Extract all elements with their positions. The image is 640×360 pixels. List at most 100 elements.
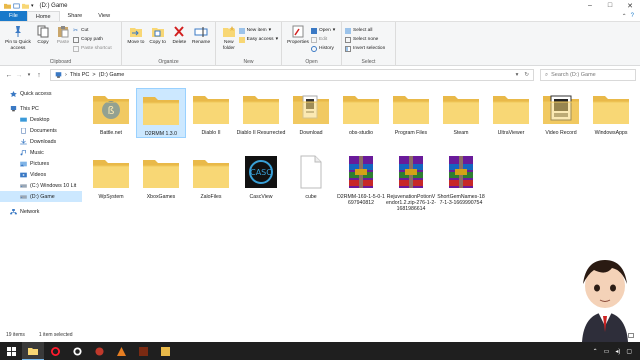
- breadcrumb-this-pc[interactable]: This PC: [70, 72, 90, 78]
- invert-selection-button[interactable]: Invert selection: [345, 45, 385, 52]
- taskbar-app-game[interactable]: [132, 342, 154, 360]
- folder-item[interactable]: D2RMM 1.3.0: [136, 88, 186, 138]
- sidebar-item-quick-access[interactable]: Quick access: [0, 88, 82, 99]
- back-button[interactable]: ←: [4, 72, 14, 79]
- new-folder-icon[interactable]: [22, 3, 29, 9]
- help-icon[interactable]: ?: [631, 13, 634, 19]
- folder-item[interactable]: Video Record: [536, 88, 586, 136]
- folder-item[interactable]: UltraViewer: [486, 88, 536, 136]
- taskbar-app-archive[interactable]: [154, 342, 176, 360]
- taskbar-opera[interactable]: [44, 342, 66, 360]
- notification-icon[interactable]: ▢: [626, 348, 632, 355]
- folder-item[interactable]: WindowsApps: [586, 88, 636, 136]
- folder-icon: [543, 95, 579, 124]
- close-button[interactable]: ✕: [620, 0, 640, 11]
- sidebar-item-this-pc[interactable]: This PC: [0, 103, 82, 114]
- properties-icon[interactable]: [13, 3, 20, 9]
- folder-icon: ß: [93, 96, 129, 124]
- history-button[interactable]: History: [311, 45, 335, 52]
- maximize-button[interactable]: □: [600, 0, 620, 11]
- tab-file[interactable]: File: [0, 11, 27, 21]
- sidebar-item-label: Documents: [30, 127, 57, 134]
- taskbar-file-explorer[interactable]: [22, 342, 44, 360]
- paste-shortcut-button[interactable]: Paste shortcut: [73, 45, 112, 52]
- folder-icon: [193, 96, 229, 124]
- taskbar: ⌃ ▭ ◂) ▢: [0, 342, 640, 360]
- network-tray-icon[interactable]: ▭: [604, 348, 610, 355]
- taskbar-app-red[interactable]: [88, 342, 110, 360]
- start-button[interactable]: [0, 342, 22, 360]
- item-label: Diablo II Resurrected: [236, 130, 286, 136]
- item-label: Diablo II: [201, 130, 221, 136]
- refresh-icon[interactable]: ↻: [524, 72, 529, 78]
- edit-button[interactable]: Edit: [311, 36, 335, 43]
- archive-item[interactable]: RejuvenationPotionVendor1.2.zip-276-1-2-…: [386, 152, 436, 212]
- sidebar-item-documents[interactable]: Documents: [0, 125, 82, 136]
- avatar: [582, 260, 628, 342]
- open-button[interactable]: Open ▾: [311, 27, 335, 34]
- delete-icon: [174, 26, 185, 37]
- sidebar-item-music[interactable]: Music: [0, 147, 82, 158]
- desktop-icon: [20, 117, 27, 122]
- tray-chevron-icon[interactable]: ⌃: [593, 348, 598, 355]
- cut-button[interactable]: ✂ Cut: [73, 27, 112, 34]
- folder-item[interactable]: obs-studio: [336, 88, 386, 136]
- documents-icon: [21, 127, 26, 134]
- archive-item[interactable]: ShortGemNames-187-1-3-1669990754: [436, 152, 486, 206]
- forward-button[interactable]: →: [14, 72, 24, 79]
- item-label: Download: [299, 130, 323, 136]
- folder-item[interactable]: Program Files: [386, 88, 436, 136]
- sidebar-item-pictures[interactable]: Pictures: [0, 158, 82, 169]
- sidebar-item-desktop[interactable]: Desktop: [0, 114, 82, 125]
- search-box[interactable]: ⌕ Search (D:) Game: [540, 69, 636, 81]
- select-none-button[interactable]: Select none: [345, 36, 385, 43]
- folder-item[interactable]: Steam: [436, 88, 486, 136]
- sidebar-item-label: This PC: [20, 105, 39, 112]
- folder-item[interactable]: Download: [286, 88, 336, 136]
- folder-icon: [243, 96, 279, 124]
- clipboard-group-label: Clipboard: [49, 59, 72, 65]
- folder-item[interactable]: ZaloFiles: [186, 152, 236, 200]
- recent-locations-button[interactable]: ▾: [24, 72, 34, 78]
- ribbon-tabs: File Home Share View ⌃ ?: [0, 11, 640, 22]
- new-item-button[interactable]: New item ▾: [238, 27, 278, 34]
- sidebar-item-label: Desktop: [30, 116, 50, 123]
- sidebar-item-d-game[interactable]: (D:) Game: [0, 191, 82, 202]
- taskbar-app-orange[interactable]: [110, 342, 132, 360]
- sidebar-item-network[interactable]: Network: [0, 206, 82, 217]
- up-button[interactable]: ↑: [34, 72, 44, 79]
- sidebar-item-videos[interactable]: Videos: [0, 169, 82, 180]
- address-bar[interactable]: › This PC > (D:) Game ▾ ↻: [50, 69, 534, 81]
- file-item[interactable]: CASC CascView: [236, 152, 286, 200]
- select-all-button[interactable]: Select all: [345, 27, 385, 34]
- file-item[interactable]: cube: [286, 152, 336, 200]
- tab-share[interactable]: Share: [60, 11, 91, 21]
- downloads-icon: [20, 138, 27, 144]
- copy-path-button[interactable]: Copy path: [73, 36, 112, 43]
- collapse-ribbon-icon[interactable]: ⌃: [622, 13, 627, 20]
- breadcrumb-drive[interactable]: (D:) Game: [99, 72, 125, 78]
- easy-access-button[interactable]: Easy access ▾: [238, 36, 278, 43]
- tab-home[interactable]: Home: [26, 11, 60, 21]
- item-label: Steam: [453, 130, 469, 136]
- navigation-pane: Quick access This PC Desktop Documents Downl…: [0, 88, 82, 328]
- drive-icon: [20, 194, 27, 199]
- item-count: 19 items: [6, 332, 25, 338]
- folder-item[interactable]: WpSystem: [86, 152, 136, 200]
- minimize-button[interactable]: –: [580, 0, 600, 11]
- copy-to-icon: [151, 28, 164, 37]
- folder-item[interactable]: XboxGames: [136, 152, 186, 200]
- item-label: cube: [305, 194, 317, 200]
- sidebar-item-downloads[interactable]: Downloads: [0, 136, 82, 147]
- tab-view[interactable]: View: [90, 11, 118, 21]
- sidebar-item-label: Pictures: [30, 160, 50, 167]
- folder-item[interactable]: ß Battle.net: [86, 88, 136, 136]
- sidebar-item-c-windows-10-lit[interactable]: (C:) Windows 10 Lit: [0, 180, 82, 191]
- address-dropdown-icon[interactable]: ▾: [516, 72, 519, 78]
- qat-dropdown-icon[interactable]: ▾: [31, 3, 34, 9]
- folder-item[interactable]: Diablo II Resurrected: [236, 88, 286, 136]
- volume-icon[interactable]: ◂): [615, 348, 620, 355]
- folder-item[interactable]: Diablo II: [186, 88, 236, 136]
- taskbar-obs[interactable]: [66, 342, 88, 360]
- archive-item[interactable]: D2RMM-169-1-5-0-1697940812: [336, 152, 386, 206]
